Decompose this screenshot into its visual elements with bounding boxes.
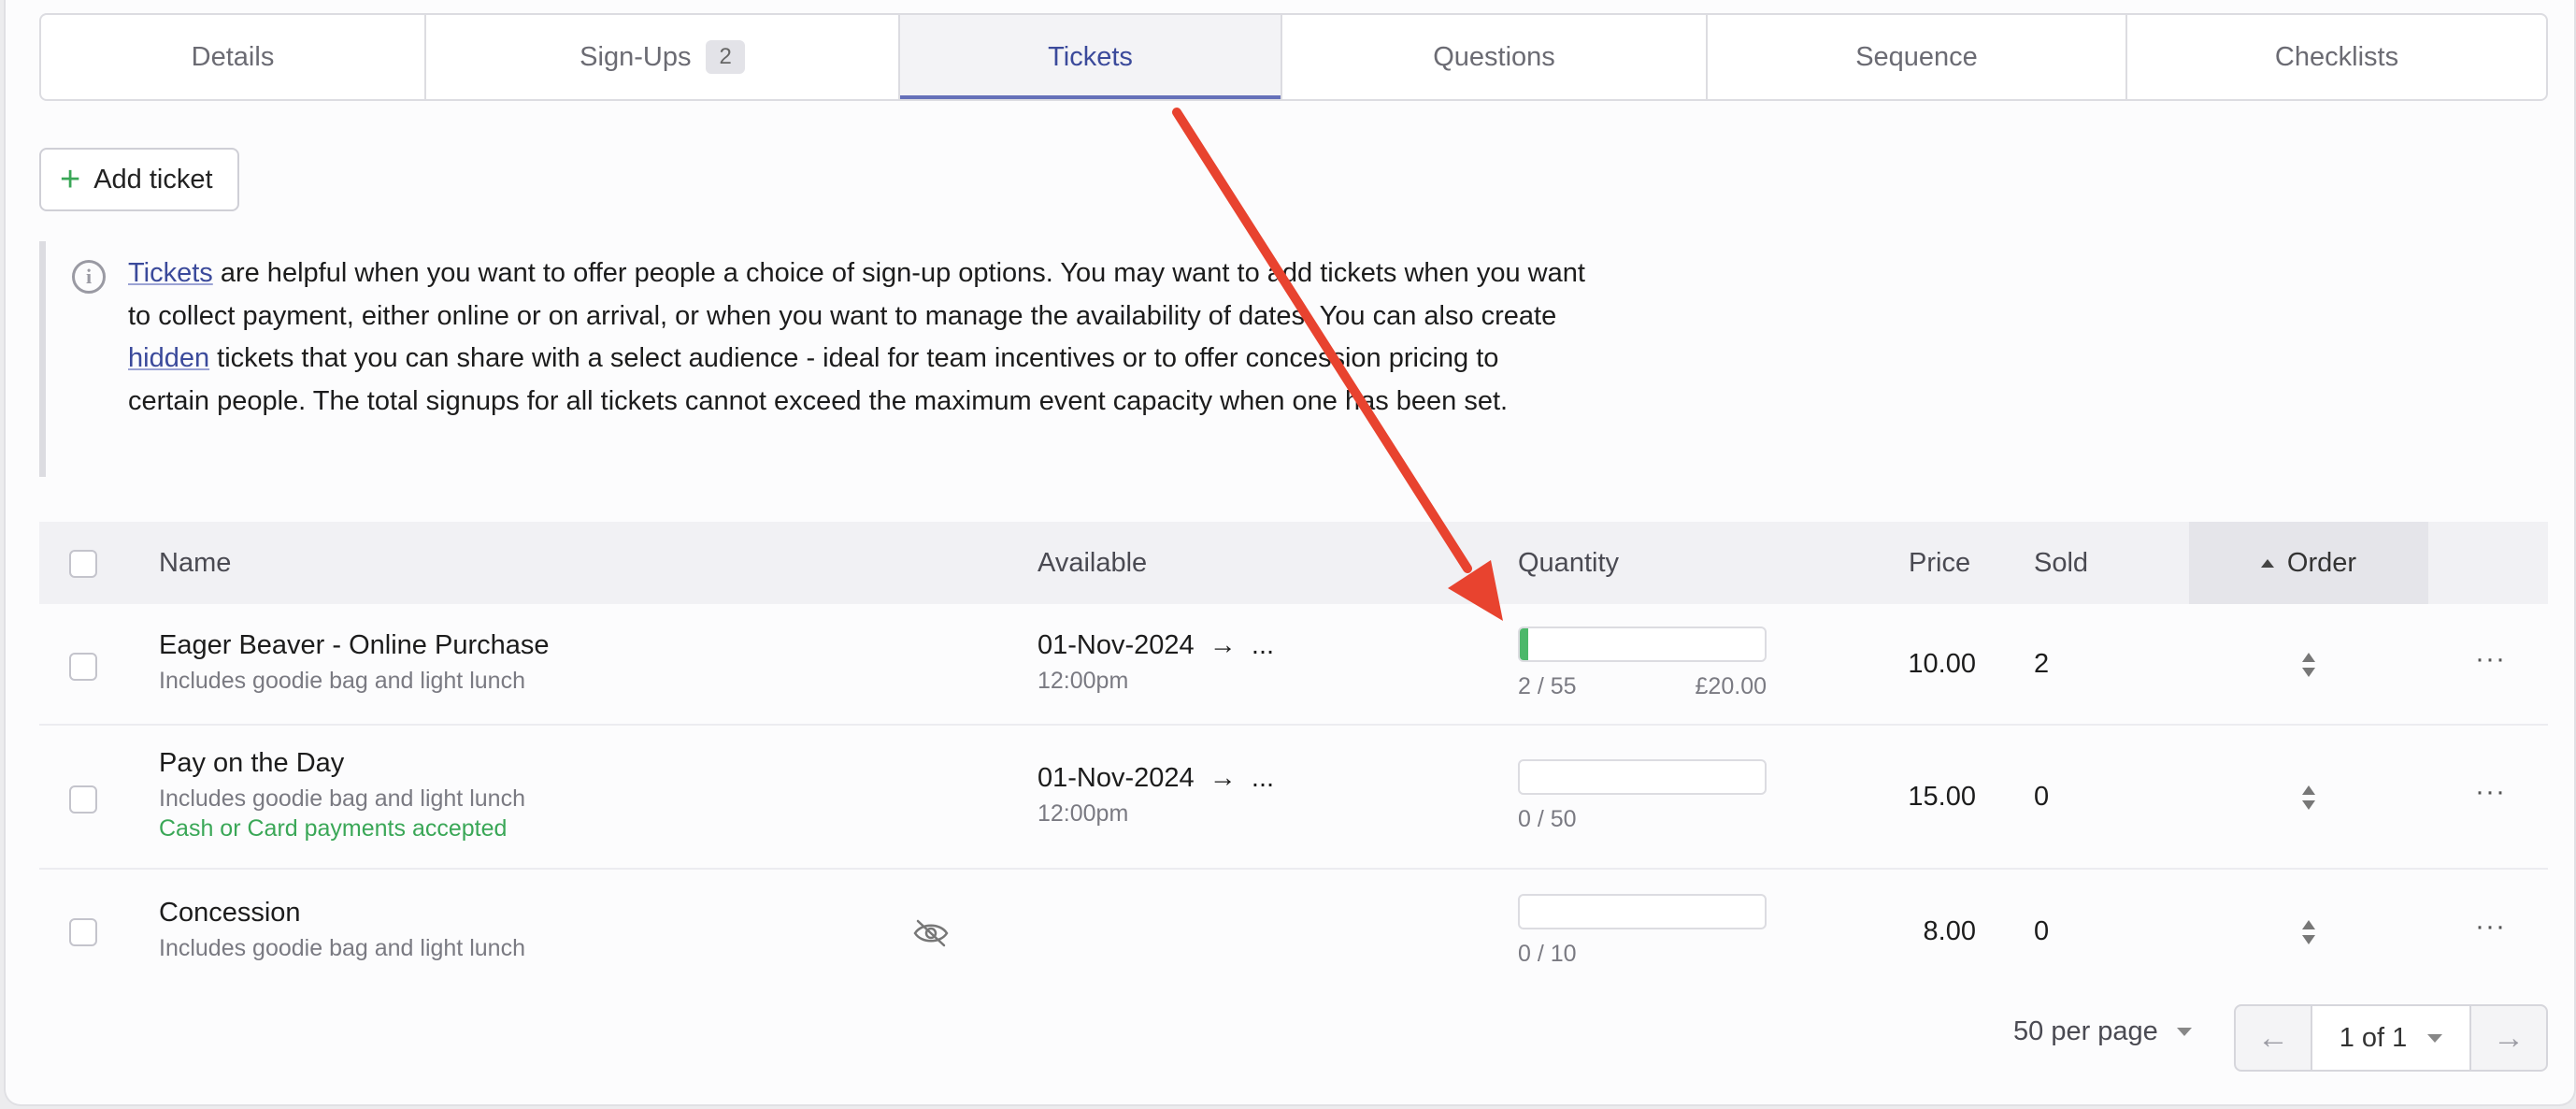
tab-sequence[interactable]: Sequence bbox=[1708, 15, 2127, 99]
quantity-progress-bar bbox=[1518, 759, 1767, 795]
caret-down-icon bbox=[2176, 1028, 2192, 1036]
column-header-price[interactable]: Price bbox=[1909, 522, 1970, 604]
sold-value: 2 bbox=[2034, 649, 2050, 679]
column-header-available[interactable]: Available bbox=[1038, 522, 1147, 604]
tab-questions[interactable]: Questions bbox=[1282, 15, 1708, 99]
more-options-icon[interactable]: ··· bbox=[2475, 778, 2506, 806]
tab-label: Sequence bbox=[1855, 41, 1978, 72]
arrow-right-icon: → bbox=[1209, 763, 1237, 793]
drag-reorder-icon[interactable] bbox=[2300, 653, 2317, 677]
tab-label: Details bbox=[191, 41, 275, 72]
available-until-ellipsis: ... bbox=[1251, 763, 1275, 793]
column-header-name[interactable]: Name bbox=[159, 522, 231, 604]
available-from-date: 01-Nov-2024 → ... bbox=[1038, 630, 1274, 661]
table-row[interactable]: Eager Beaver - Online Purchase Includes … bbox=[39, 604, 2548, 726]
tab-label: Tickets bbox=[1048, 41, 1133, 72]
drag-reorder-icon[interactable] bbox=[2300, 785, 2317, 810]
quantity-progress-fill bbox=[1520, 628, 1529, 660]
price-value: 15.00 bbox=[1908, 782, 1976, 812]
sold-value: 0 bbox=[2034, 782, 2050, 812]
arrow-right-icon: → bbox=[2493, 1019, 2525, 1056]
add-ticket-button[interactable]: + Add ticket bbox=[39, 148, 239, 211]
available-time: 12:00pm bbox=[1038, 800, 1129, 827]
signups-count-badge: 2 bbox=[706, 40, 745, 74]
table-header: Name Available Quantity Price Sold Order bbox=[39, 522, 2548, 604]
quantity-progress-bar bbox=[1518, 894, 1767, 929]
quantity-progress-bar bbox=[1518, 627, 1767, 662]
available-time: 12:00pm bbox=[1038, 668, 1129, 694]
tab-label: Questions bbox=[1433, 41, 1555, 72]
revenue-text: £20.00 bbox=[1695, 673, 1767, 699]
date-text: 01-Nov-2024 bbox=[1038, 630, 1195, 660]
table-row[interactable]: Concession Includes goodie bag and light… bbox=[39, 870, 2548, 993]
tab-tickets[interactable]: Tickets bbox=[900, 15, 1282, 99]
row-checkbox[interactable] bbox=[69, 918, 97, 946]
tickets-table: Name Available Quantity Price Sold Order… bbox=[39, 522, 2548, 993]
tab-details[interactable]: Details bbox=[41, 15, 426, 99]
page-indicator: 1 of 1 bbox=[2339, 1022, 2408, 1053]
per-page-select[interactable]: 50 per page bbox=[2013, 1016, 2192, 1047]
arrow-left-icon: ← bbox=[2257, 1019, 2289, 1056]
prev-page-button[interactable]: ← bbox=[2236, 1006, 2311, 1070]
tickets-help-link[interactable]: Tickets bbox=[128, 258, 213, 288]
tab-checklists[interactable]: Checklists bbox=[2127, 15, 2546, 99]
quantity-text: 0 / 10 bbox=[1518, 941, 1577, 967]
pagination: ← 1 of 1 → bbox=[2234, 1004, 2548, 1072]
quantity-text: 2 / 55 bbox=[1518, 673, 1577, 699]
note-text-part: are helpful when you want to offer peopl… bbox=[128, 258, 1585, 331]
price-value: 10.00 bbox=[1908, 649, 1976, 679]
sold-value: 0 bbox=[2034, 916, 2050, 946]
order-header-label: Order bbox=[2286, 547, 2357, 578]
available-from-date: 01-Nov-2024 → ... bbox=[1038, 763, 1274, 794]
caret-down-icon bbox=[2427, 1033, 2443, 1043]
select-all-checkbox[interactable] bbox=[69, 550, 97, 578]
tab-sign-ups[interactable]: Sign-Ups 2 bbox=[426, 15, 900, 99]
row-checkbox[interactable] bbox=[69, 785, 97, 814]
ticket-name[interactable]: Pay on the Day bbox=[159, 748, 344, 779]
ticket-description: Includes goodie bag and light lunch bbox=[159, 935, 525, 961]
more-options-icon[interactable]: ··· bbox=[2475, 645, 2506, 673]
info-icon: i bbox=[72, 260, 106, 294]
eye-slash-icon bbox=[913, 919, 949, 947]
ticket-name[interactable]: Eager Beaver - Online Purchase bbox=[159, 630, 550, 661]
more-options-icon[interactable]: ··· bbox=[2475, 913, 2506, 941]
sort-ascending-icon bbox=[2260, 558, 2274, 568]
tab-label: Sign-Ups bbox=[580, 41, 692, 72]
tab-bar: Details Sign-Ups 2 Tickets Questions Sequ… bbox=[39, 13, 2548, 101]
tab-label: Checklists bbox=[2274, 41, 2399, 72]
note-text-part: tickets that you can share with a select… bbox=[128, 343, 1509, 416]
price-value: 8.00 bbox=[1923, 916, 1976, 946]
quantity-text: 0 / 50 bbox=[1518, 806, 1577, 832]
info-note: i Tickets are helpful when you want to o… bbox=[39, 241, 1585, 477]
page: Details Sign-Ups 2 Tickets Questions Sequ… bbox=[4, 0, 2576, 1106]
add-ticket-label: Add ticket bbox=[93, 164, 213, 194]
ticket-description: Includes goodie bag and light lunch bbox=[159, 668, 525, 694]
arrow-right-icon: → bbox=[1209, 630, 1237, 660]
drag-reorder-icon[interactable] bbox=[2300, 920, 2317, 944]
info-note-text: Tickets are helpful when you want to off… bbox=[128, 252, 1586, 423]
table-row[interactable]: Pay on the Day Includes goodie bag and l… bbox=[39, 726, 2548, 870]
column-header-sold[interactable]: Sold bbox=[2034, 522, 2088, 604]
page-select[interactable]: 1 of 1 bbox=[2311, 1006, 2471, 1070]
available-until-ellipsis: ... bbox=[1251, 630, 1275, 660]
column-header-quantity[interactable]: Quantity bbox=[1518, 522, 1619, 604]
ticket-description: Includes goodie bag and light lunch bbox=[159, 785, 525, 812]
per-page-label: 50 per page bbox=[2013, 1016, 2158, 1046]
date-text: 01-Nov-2024 bbox=[1038, 763, 1195, 793]
next-page-button[interactable]: → bbox=[2471, 1006, 2546, 1070]
ticket-note: Cash or Card payments accepted bbox=[159, 815, 508, 842]
column-header-order[interactable]: Order bbox=[2189, 522, 2428, 604]
row-checkbox[interactable] bbox=[69, 653, 97, 681]
hidden-help-link[interactable]: hidden bbox=[128, 343, 209, 373]
plus-icon: + bbox=[60, 160, 81, 199]
ticket-name[interactable]: Concession bbox=[159, 898, 301, 929]
